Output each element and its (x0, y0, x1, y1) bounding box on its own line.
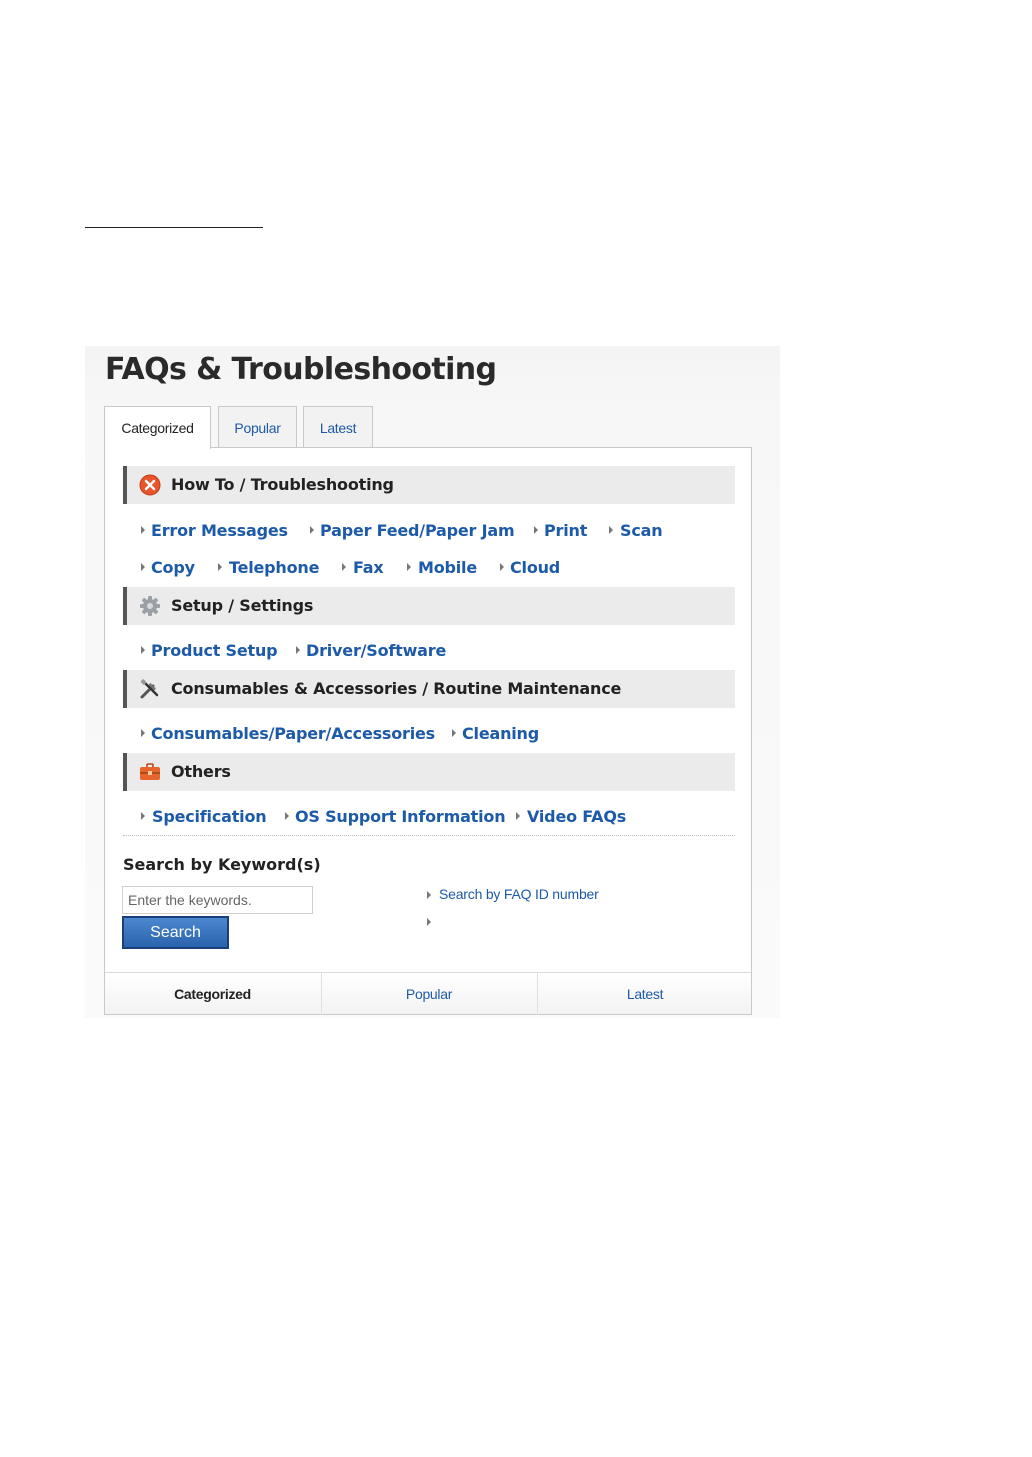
tab-popular[interactable]: Popular (218, 406, 297, 448)
section-label: How To / Troubleshooting (171, 475, 394, 494)
toolbox-icon (140, 763, 160, 780)
link-scan[interactable]: Scan (620, 521, 663, 540)
link-telephone[interactable]: Telephone (229, 558, 319, 577)
error-circle-icon (139, 474, 161, 496)
arrow-icon (285, 812, 289, 820)
arrow-icon (609, 526, 613, 534)
section-divider (123, 835, 735, 836)
search-by-faq-id-link[interactable]: Search by FAQ ID number (439, 886, 599, 902)
section-setup-settings: Setup / Settings (123, 587, 735, 625)
faq-panel: FAQs & Troubleshooting Categorized Popul… (85, 346, 780, 1018)
link-print[interactable]: Print (544, 521, 587, 540)
footer-tab-popular[interactable]: Popular (321, 973, 536, 1015)
link-error-messages[interactable]: Error Messages (151, 521, 288, 540)
link-fax[interactable]: Fax (353, 558, 384, 577)
link-product-setup[interactable]: Product Setup (151, 641, 278, 660)
arrow-icon (452, 729, 456, 737)
link-consumables-paper-accessories[interactable]: Consumables/Paper/Accessories (151, 724, 435, 743)
arrow-icon (427, 918, 431, 926)
arrow-icon (500, 563, 504, 571)
tab-content: How To / Troubleshooting Error Messages … (104, 447, 752, 1015)
tab-latest[interactable]: Latest (303, 406, 373, 448)
arrow-icon (218, 563, 222, 571)
link-paper-feed-paper-jam[interactable]: Paper Feed/Paper Jam (320, 521, 515, 540)
page-title: FAQs & Troubleshooting (105, 352, 497, 387)
section-how-to-troubleshooting: How To / Troubleshooting (123, 466, 735, 504)
link-os-support-information[interactable]: OS Support Information (295, 807, 506, 826)
section-label: Others (171, 762, 231, 781)
link-specification[interactable]: Specification (152, 807, 267, 826)
arrow-icon (141, 563, 145, 571)
keyword-search-input[interactable] (122, 886, 313, 914)
arrow-icon (296, 646, 300, 654)
arrow-icon (342, 563, 346, 571)
section-others: Others (123, 753, 735, 791)
link-cloud[interactable]: Cloud (510, 558, 560, 577)
arrow-icon (141, 526, 145, 534)
link-copy[interactable]: Copy (151, 558, 195, 577)
arrow-icon (141, 729, 145, 737)
top-divider-line (85, 227, 263, 228)
search-by-keyword-title: Search by Keyword(s) (123, 855, 321, 874)
arrow-icon (141, 646, 145, 654)
arrow-icon (427, 891, 431, 899)
link-mobile[interactable]: Mobile (418, 558, 477, 577)
section-consumables-maintenance: Consumables & Accessories / Routine Main… (123, 670, 735, 708)
footer-tab-latest[interactable]: Latest (537, 973, 752, 1015)
arrow-icon (534, 526, 538, 534)
arrow-icon (141, 812, 145, 820)
footer-tab-categorized[interactable]: Categorized (105, 973, 320, 1015)
arrow-icon (310, 526, 314, 534)
footer-tabs: Categorized Popular Latest (105, 972, 752, 1015)
section-label: Setup / Settings (171, 596, 314, 615)
link-driver-software[interactable]: Driver/Software (306, 641, 446, 660)
gear-icon (140, 596, 160, 616)
section-label: Consumables & Accessories / Routine Main… (171, 679, 622, 698)
link-video-faqs[interactable]: Video FAQs (527, 807, 626, 826)
tools-icon (140, 679, 159, 699)
tab-categorized[interactable]: Categorized (104, 406, 211, 449)
arrow-icon (407, 563, 411, 571)
link-cleaning[interactable]: Cleaning (462, 724, 539, 743)
search-button[interactable]: Search (122, 916, 229, 949)
arrow-icon (516, 812, 520, 820)
